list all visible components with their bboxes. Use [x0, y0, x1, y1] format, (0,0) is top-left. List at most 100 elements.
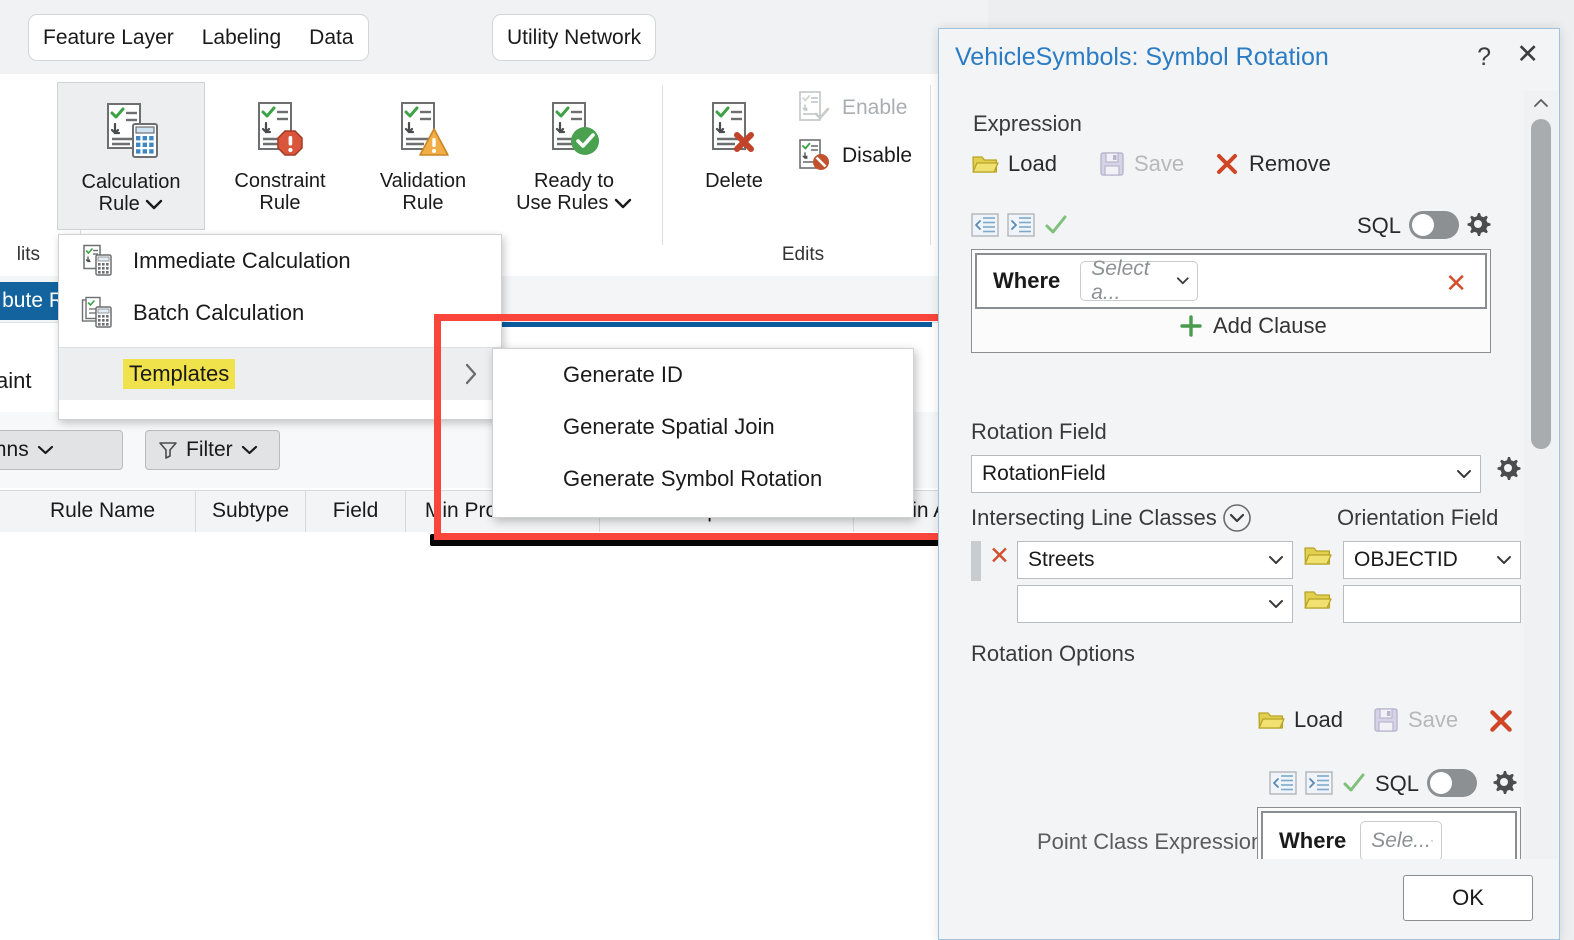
chevron-down-icon [1269, 600, 1283, 608]
sql-toggle-knob [1412, 214, 1434, 236]
where-label: Where [993, 268, 1061, 293]
point-class-field-value: Sele... [1371, 829, 1431, 852]
tab-utility-network[interactable]: Utility Network [493, 27, 655, 48]
x-mark-icon[interactable] [1487, 707, 1515, 735]
ribbon-button-disable[interactable]: Disable [796, 138, 912, 174]
scrollbar-thumb[interactable] [1531, 119, 1551, 449]
line-class-remove-icon[interactable]: ✕ [989, 541, 1010, 571]
ribbon-group-label-edits: Edits [781, 244, 825, 265]
application-window: Feature Layer Labeling Data Utility Netw… [0, 0, 988, 940]
line-class-value-1: Streets [1028, 548, 1095, 571]
folder-open-icon [972, 156, 999, 173]
row-grip[interactable] [971, 541, 981, 581]
expression-remove-button[interactable]: Remove [1214, 151, 1331, 177]
folder-open-icon [1258, 712, 1285, 729]
menu-item-immediate-calculation[interactable]: Immediate Calculation [59, 235, 501, 287]
view-tab-label: bute R [2, 289, 64, 312]
sql-toggle[interactable] [1427, 769, 1477, 797]
ribbon-button-validation-rule[interactable]: Validation Rule [356, 96, 490, 215]
gear-icon[interactable] [1489, 767, 1519, 797]
chevron-down-icon [1269, 556, 1283, 564]
tab-data[interactable]: Data [295, 27, 367, 48]
ribbon-separator [930, 85, 931, 245]
where-label: Where [1279, 828, 1347, 853]
sql-label: SQL [1357, 213, 1402, 238]
ribbon-tab-group-utility-network: Utility Network [492, 14, 657, 61]
chevron-down-circle-icon[interactable] [1222, 503, 1252, 533]
tab-labeling[interactable]: Labeling [188, 27, 295, 48]
templates-submenu: Generate ID Generate Spatial Join Genera… [492, 348, 914, 518]
dialog-scroll-region: Expression Load Save Remove SQL Where Se… [939, 91, 1559, 881]
ribbon-button-calculation-rule[interactable]: Calculation Rule [57, 82, 205, 230]
x-mark-icon [1217, 154, 1237, 174]
expression-load-button[interactable]: Load [971, 151, 1057, 177]
orientation-field-combo-1[interactable]: OBJECTID [1343, 541, 1521, 579]
outdent-icon[interactable] [1269, 771, 1297, 795]
folder-open-icon[interactable] [1303, 543, 1333, 569]
table-column-header[interactable]: Field [306, 490, 406, 532]
clause-field-select[interactable]: Select a... [1080, 257, 1199, 304]
ribbon-button-constraint-rule[interactable]: Constraint Rule [212, 96, 348, 215]
columns-button[interactable]: olumns [0, 430, 123, 470]
ribbon-button-label-line1: Calculation [81, 171, 181, 193]
ribbon-tab-group-contextual: Feature Layer Labeling Data [28, 14, 369, 61]
indent-icon[interactable] [1305, 771, 1333, 795]
batch-calculation-icon [75, 296, 121, 330]
ribbon-button-label: Delete [705, 170, 763, 192]
orientation-field-input-2[interactable] [1343, 585, 1521, 623]
check-icon[interactable] [1043, 213, 1069, 237]
folder-open-icon[interactable] [1303, 587, 1333, 613]
point-class-field-select[interactable]: Sele... [1360, 821, 1443, 861]
expression-remove-label: Remove [1249, 151, 1331, 176]
gear-icon[interactable] [1463, 209, 1493, 239]
ok-button[interactable]: OK [1403, 875, 1533, 921]
submenu-item-generate-spatial-join[interactable]: Generate Spatial Join [493, 401, 913, 453]
line-class-combo-2[interactable] [1017, 585, 1293, 623]
gear-icon[interactable] [1493, 453, 1523, 483]
chevron-up-icon [1534, 99, 1548, 107]
rotation-options-load-label: Load [1294, 707, 1343, 732]
rotation-options-load-button[interactable]: Load [1257, 707, 1343, 733]
menu-item-batch-calculation[interactable]: Batch Calculation [59, 287, 501, 339]
submenu-item-generate-id[interactable]: Generate ID [493, 349, 913, 401]
add-clause-button[interactable]: Add Clause [1179, 313, 1327, 339]
chevron-down-icon [37, 445, 53, 455]
menu-item-templates[interactable]: Templates [59, 348, 501, 400]
ribbon-button-delete[interactable]: Delete [676, 96, 792, 192]
annotation-shadow-bar [430, 534, 952, 546]
ribbon-button-label: Disable [842, 144, 913, 167]
rotation-options-label: Rotation Options [971, 641, 1135, 666]
ribbon-button-ready-to-use-rules[interactable]: Ready to Use Rules [498, 96, 650, 215]
expression-section-label: Expression [973, 111, 1082, 136]
table-column-header[interactable]: Subtype [196, 490, 306, 532]
view-tab-constraint-partial[interactable]: aint [0, 368, 31, 394]
chevron-right-icon [465, 363, 477, 385]
outdent-icon[interactable] [971, 213, 999, 237]
dialog-scrollbar[interactable] [1524, 91, 1558, 881]
clause-field-value: Select a... [1091, 257, 1150, 304]
sql-toggle[interactable] [1409, 211, 1459, 239]
rotation-field-combo[interactable]: RotationField [971, 455, 1481, 493]
filter-button[interactable]: Filter [145, 430, 280, 470]
indent-icon[interactable] [1007, 213, 1035, 237]
table-column-header[interactable]: Rule Name [10, 490, 196, 532]
scrollbar-up-button[interactable] [1524, 91, 1558, 115]
chevron-down-icon[interactable] [614, 198, 632, 209]
check-icon[interactable] [1341, 771, 1367, 795]
chevron-down-icon[interactable] [145, 199, 163, 210]
close-icon[interactable]: ✕ [1516, 41, 1539, 68]
submenu-item-label: Generate ID [563, 362, 683, 387]
clause-remove-icon[interactable]: ✕ [1445, 268, 1467, 299]
tab-feature-layer[interactable]: Feature Layer [29, 27, 188, 48]
line-class-combo-1[interactable]: Streets [1017, 541, 1293, 579]
help-icon[interactable]: ? [1477, 43, 1491, 72]
ribbon-button-label-line2: Rule [259, 192, 301, 215]
submenu-item-generate-symbol-rotation[interactable]: Generate Symbol Rotation [493, 453, 913, 505]
ribbon-button-label: Enable [842, 96, 908, 119]
expression-load-label: Load [1008, 151, 1057, 176]
ribbon-button-label-line1: Ready to [533, 170, 615, 192]
ribbon-button-label: Ready to Use Rules [516, 170, 632, 215]
ribbon-button-label-line2: Use Rules [516, 192, 609, 215]
rotation-options-save-label: Save [1408, 707, 1459, 732]
panel-divider [432, 314, 932, 317]
